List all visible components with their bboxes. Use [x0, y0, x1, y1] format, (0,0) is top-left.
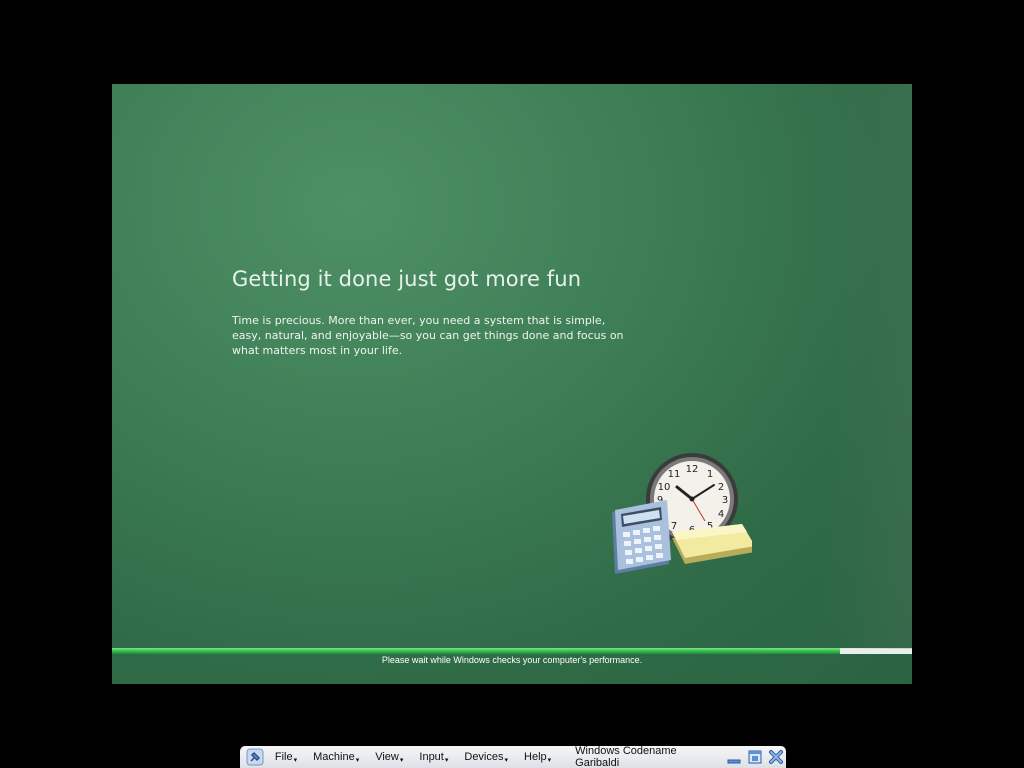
- calculator-icon: [612, 500, 671, 574]
- svg-text:2: 2: [718, 482, 724, 493]
- menu-machine-label: Machine: [313, 751, 355, 763]
- description-text: Time is precious. More than ever, you ne…: [232, 314, 624, 357]
- menu-help[interactable]: Help ▾: [516, 747, 559, 767]
- chevron-down-icon: ▾: [504, 757, 509, 764]
- chevron-down-icon: ▾: [293, 757, 298, 764]
- menu-machine[interactable]: Machine ▾: [305, 747, 367, 767]
- minimize-icon[interactable]: [725, 748, 744, 766]
- menu-file[interactable]: File ▾: [267, 747, 305, 767]
- menu-help-label: Help: [524, 751, 547, 763]
- chevron-down-icon: ▾: [444, 757, 449, 764]
- chevron-down-icon: ▾: [355, 757, 360, 764]
- productivity-illustration: 12 1 2 3 4 5 6 7 8 9 10 11: [612, 453, 752, 574]
- menu-view-label: View: [375, 751, 399, 763]
- menu-input-label: Input: [419, 751, 444, 763]
- menu-devices-label: Devices: [464, 751, 504, 763]
- vm-menubar: File ▾ Machine ▾ View ▾ Input ▾ Devices ▾ Hel…: [240, 745, 786, 768]
- vm-display: Getting it done just got more fun Time i…: [112, 84, 912, 684]
- vm-title: Windows Codename Garibaldi: [575, 745, 677, 768]
- svg-text:10: 10: [658, 482, 671, 493]
- restore-icon[interactable]: [746, 748, 765, 766]
- menu-view[interactable]: View ▾: [367, 747, 411, 767]
- svg-text:11: 11: [668, 469, 681, 480]
- svg-text:1: 1: [707, 469, 713, 480]
- menu-devices[interactable]: Devices ▾: [456, 747, 516, 767]
- pin-icon[interactable]: [244, 747, 267, 767]
- close-icon[interactable]: [767, 748, 786, 766]
- chevron-down-icon: ▾: [547, 757, 552, 764]
- menu-input[interactable]: Input ▾: [411, 747, 456, 767]
- svg-text:12: 12: [686, 464, 699, 475]
- menu-file-label: File: [274, 751, 293, 763]
- status-text: Please wait while Windows checks your co…: [381, 655, 643, 665]
- svg-text:4: 4: [718, 509, 724, 520]
- svg-text:3: 3: [722, 495, 728, 506]
- page-title: Getting it done just got more fun: [232, 267, 582, 291]
- svg-text:7: 7: [671, 521, 677, 532]
- chevron-down-icon: ▾: [399, 757, 404, 764]
